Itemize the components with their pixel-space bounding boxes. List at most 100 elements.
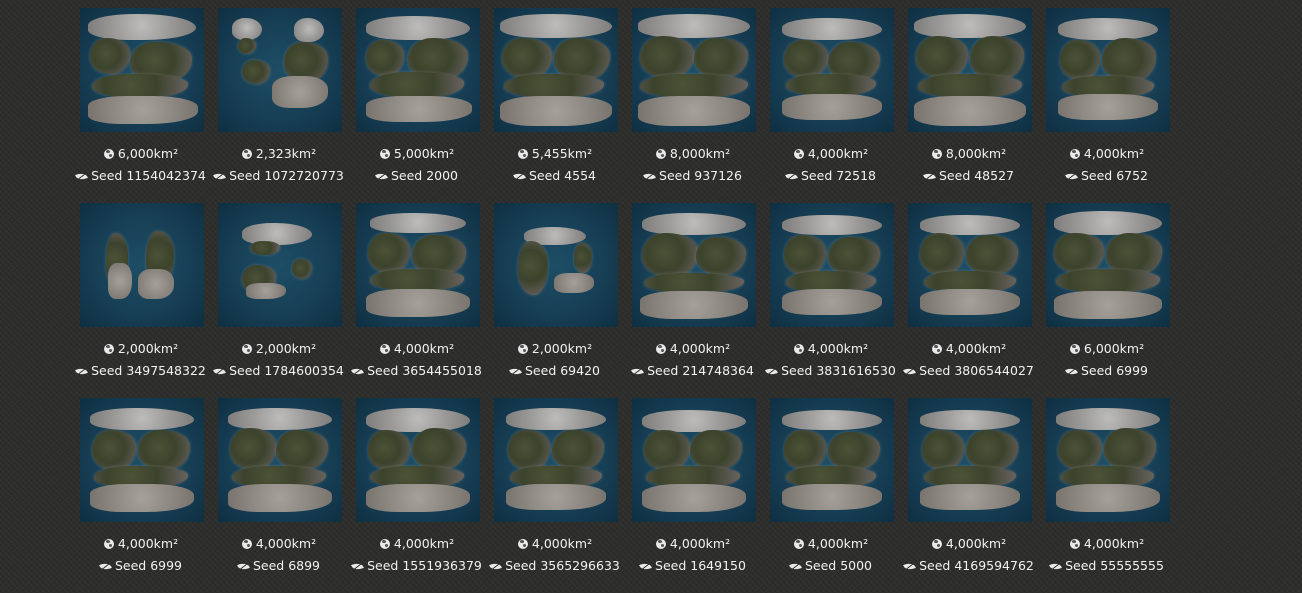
- map-card[interactable]: 4,000km² Seed 214748364: [624, 203, 762, 398]
- map-thumbnail[interactable]: [770, 398, 894, 522]
- leaf-icon: [213, 365, 226, 377]
- map-size: 4,000km²: [1069, 536, 1144, 552]
- map-card[interactable]: 2,000km² Seed 69420: [486, 203, 624, 398]
- map-thumbnail[interactable]: [356, 8, 480, 132]
- map-thumbnail[interactable]: [908, 398, 1032, 522]
- leaf-icon: [213, 170, 226, 182]
- map-seed: Seed 48527: [923, 168, 1014, 184]
- globe-icon: [793, 149, 804, 159]
- map-seed: Seed 6752: [1065, 168, 1148, 184]
- map-seed: Seed 3831616530: [765, 363, 896, 379]
- leaf-icon: [375, 170, 388, 182]
- map-card[interactable]: 4,000km² Seed 4169594762: [900, 398, 1038, 593]
- map-card[interactable]: 4,000km² Seed 6899: [210, 398, 348, 593]
- map-size: 6,000km²: [1069, 341, 1144, 357]
- map-thumbnail[interactable]: [356, 398, 480, 522]
- globe-icon: [931, 149, 942, 159]
- globe-icon: [517, 149, 528, 159]
- map-size: 5,455km²: [517, 146, 592, 162]
- map-card[interactable]: 4,000km² Seed 6999: [72, 398, 210, 593]
- map-seed: Seed 6999: [1065, 363, 1148, 379]
- globe-icon: [379, 539, 390, 549]
- map-card[interactable]: 4,000km² Seed 72518: [762, 8, 900, 203]
- leaf-icon: [351, 560, 364, 572]
- map-thumbnail[interactable]: [632, 203, 756, 327]
- leaf-icon: [903, 560, 916, 572]
- map-thumbnail[interactable]: [218, 398, 342, 522]
- map-card[interactable]: 4,000km² Seed 55555555: [1038, 398, 1176, 593]
- leaf-icon: [75, 365, 88, 377]
- map-card[interactable]: 4,000km² Seed 3831616530: [762, 203, 900, 398]
- leaf-icon: [789, 560, 802, 572]
- map-thumbnail[interactable]: [80, 203, 204, 327]
- globe-icon: [655, 344, 666, 354]
- globe-icon: [517, 539, 528, 549]
- map-thumbnail[interactable]: [80, 8, 204, 132]
- leaf-icon: [923, 170, 936, 182]
- leaf-icon: [489, 560, 502, 572]
- map-thumbnail[interactable]: [770, 203, 894, 327]
- map-card[interactable]: 6,000km² Seed 1154042374: [72, 8, 210, 203]
- map-seed: Seed 3806544027: [903, 363, 1034, 379]
- map-size: 2,000km²: [517, 341, 592, 357]
- map-size: 8,000km²: [655, 146, 730, 162]
- map-card[interactable]: 6,000km² Seed 6999: [1038, 203, 1176, 398]
- map-thumbnail[interactable]: [218, 8, 342, 132]
- map-grid: 6,000km² Seed 1154042374 2,323km² Seed 1…: [72, 8, 1176, 593]
- map-size: 4,000km²: [931, 341, 1006, 357]
- map-thumbnail[interactable]: [908, 8, 1032, 132]
- map-size: 2,000km²: [241, 341, 316, 357]
- globe-icon: [1069, 149, 1080, 159]
- map-seed: Seed 2000: [375, 168, 458, 184]
- map-thumbnail[interactable]: [632, 398, 756, 522]
- globe-icon: [931, 539, 942, 549]
- map-card[interactable]: 5,455km² Seed 4554: [486, 8, 624, 203]
- map-size: 2,000km²: [103, 341, 178, 357]
- globe-icon: [241, 539, 252, 549]
- globe-icon: [241, 149, 252, 159]
- map-card[interactable]: 2,323km² Seed 1072720773: [210, 8, 348, 203]
- map-size: 4,000km²: [241, 536, 316, 552]
- map-thumbnail[interactable]: [632, 8, 756, 132]
- map-card[interactable]: 4,000km² Seed 1551936379: [348, 398, 486, 593]
- map-thumbnail[interactable]: [494, 8, 618, 132]
- map-seed: Seed 3565296633: [489, 558, 620, 574]
- map-thumbnail[interactable]: [1046, 398, 1170, 522]
- map-thumbnail[interactable]: [494, 398, 618, 522]
- map-card[interactable]: 4,000km² Seed 3565296633: [486, 398, 624, 593]
- map-seed: Seed 4554: [513, 168, 596, 184]
- map-thumbnail[interactable]: [1046, 8, 1170, 132]
- map-card[interactable]: 2,000km² Seed 1784600354: [210, 203, 348, 398]
- globe-icon: [1069, 539, 1080, 549]
- map-card[interactable]: 8,000km² Seed 48527: [900, 8, 1038, 203]
- globe-icon: [655, 539, 666, 549]
- leaf-icon: [1065, 170, 1078, 182]
- globe-icon: [103, 539, 114, 549]
- map-size: 4,000km²: [931, 536, 1006, 552]
- leaf-icon: [1065, 365, 1078, 377]
- map-card[interactable]: 4,000km² Seed 5000: [762, 398, 900, 593]
- map-card[interactable]: 5,000km² Seed 2000: [348, 8, 486, 203]
- globe-icon: [379, 344, 390, 354]
- map-thumbnail[interactable]: [218, 203, 342, 327]
- map-thumbnail[interactable]: [356, 203, 480, 327]
- map-card[interactable]: 8,000km² Seed 937126: [624, 8, 762, 203]
- map-card[interactable]: 4,000km² Seed 6752: [1038, 8, 1176, 203]
- map-size: 4,000km²: [655, 341, 730, 357]
- map-card[interactable]: 4,000km² Seed 3806544027: [900, 203, 1038, 398]
- map-thumbnail[interactable]: [770, 8, 894, 132]
- map-thumbnail[interactable]: [908, 203, 1032, 327]
- globe-icon: [931, 344, 942, 354]
- leaf-icon: [785, 170, 798, 182]
- map-seed: Seed 3497548322: [75, 363, 206, 379]
- leaf-icon: [639, 560, 652, 572]
- map-thumbnail[interactable]: [494, 203, 618, 327]
- map-thumbnail[interactable]: [80, 398, 204, 522]
- leaf-icon: [513, 170, 526, 182]
- map-card[interactable]: 2,000km² Seed 3497548322: [72, 203, 210, 398]
- globe-icon: [517, 344, 528, 354]
- map-thumbnail[interactable]: [1046, 203, 1170, 327]
- map-seed: Seed 1784600354: [213, 363, 344, 379]
- map-card[interactable]: 4,000km² Seed 3654455018: [348, 203, 486, 398]
- map-card[interactable]: 4,000km² Seed 1649150: [624, 398, 762, 593]
